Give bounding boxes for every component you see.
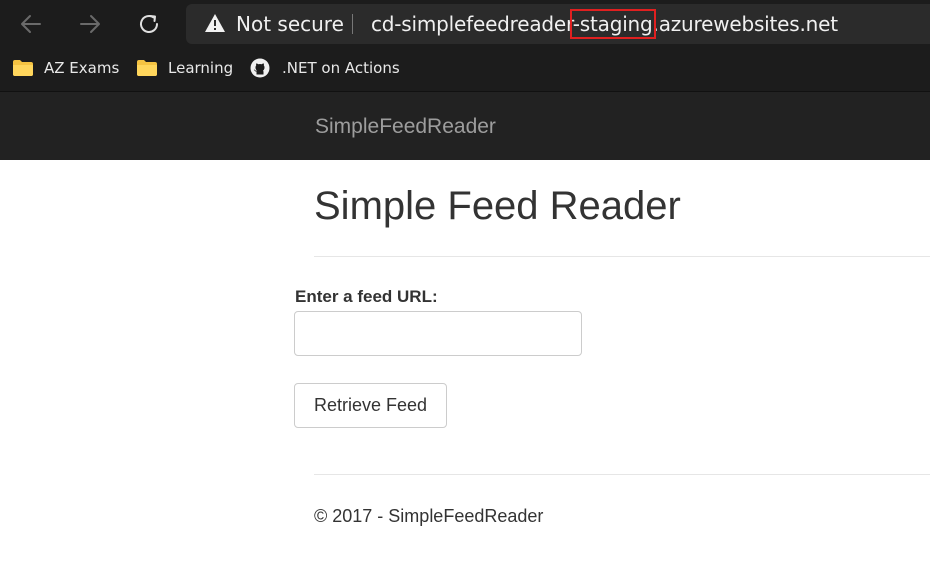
github-icon [250,58,272,78]
folder-icon [136,59,158,77]
bookmark-label: .NET on Actions [282,59,400,77]
footer-copyright: © 2017 - SimpleFeedReader [314,506,544,526]
security-status[interactable]: Not secure [236,4,344,44]
url-prefix: cd-simplefeedreader [371,12,573,36]
browser-toolbar: Not secure cd-simplefeedreader-staging.a… [0,0,930,48]
back-arrow-icon [21,15,41,33]
page-title: Simple Feed Reader [314,184,681,228]
divider [314,256,930,257]
url-text[interactable]: cd-simplefeedreader-staging.azurewebsite… [371,4,838,44]
url-highlight-staging: -staging [569,9,656,39]
retrieve-feed-button[interactable]: Retrieve Feed [294,383,447,428]
warning-icon [205,14,225,32]
bookmark-az-exams[interactable]: AZ Exams [12,48,119,88]
bookmarks-bar: AZ Exams Learning .NET on Actions [0,48,930,91]
address-divider [352,14,353,34]
url-suffix: .azurewebsites.net [652,12,839,36]
forward-arrow-icon [80,15,100,33]
navbar-brand[interactable]: SimpleFeedReader [315,92,496,161]
feed-url-label: Enter a feed URL: [295,287,438,306]
refresh-button[interactable] [133,8,165,40]
address-bar[interactable]: Not secure cd-simplefeedreader-staging.a… [186,4,930,44]
site-navbar: SimpleFeedReader [0,91,930,160]
bookmark-label: Learning [168,59,234,77]
back-button[interactable] [15,8,47,40]
forward-button[interactable] [74,8,106,40]
divider [314,474,930,475]
feed-url-input[interactable] [294,311,582,356]
bookmark-net-on-actions[interactable]: .NET on Actions [250,48,400,88]
refresh-icon [140,15,158,33]
bookmark-label: AZ Exams [44,59,120,77]
bookmark-learning[interactable]: Learning [136,48,233,88]
folder-icon [12,59,34,77]
